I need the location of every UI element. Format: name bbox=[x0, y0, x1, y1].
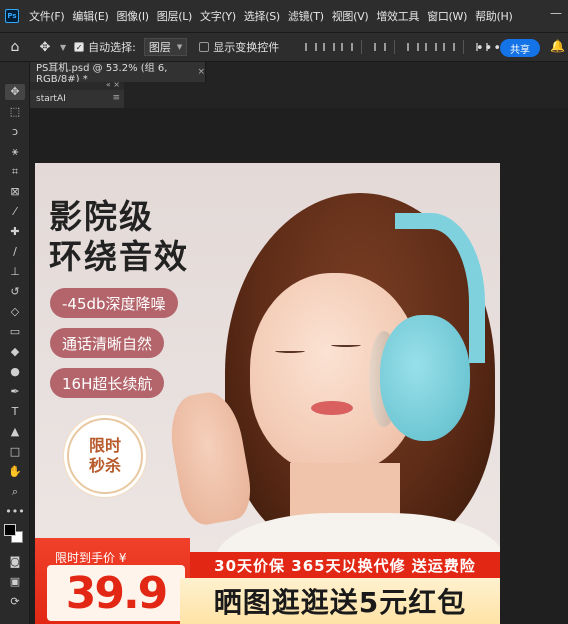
frame-mode-icon[interactable]: ⟳ bbox=[5, 594, 25, 610]
feature-pill-call: 通话清晰自然 bbox=[50, 328, 165, 358]
move-tool-icon[interactable]: ✥ bbox=[5, 84, 25, 100]
dodge-tool-icon[interactable]: ● bbox=[5, 364, 25, 380]
badge-line-1: 限时 bbox=[88, 436, 121, 455]
blur-tool-icon[interactable]: ◆ bbox=[5, 344, 25, 360]
price-value: 39.9 bbox=[47, 565, 185, 621]
magic-wand-icon[interactable]: ⚹ bbox=[5, 144, 25, 160]
headline: 影院级 环绕音效 bbox=[49, 197, 189, 277]
coupon-banner: 晒图逛逛送5元红包 bbox=[180, 578, 500, 624]
artboard[interactable]: 影院级 环绕音效 -45db深度降噪 通话清晰自然 16H超长续航 限时 秒杀 … bbox=[35, 163, 500, 624]
pen-tool-icon[interactable]: ✒ bbox=[5, 384, 25, 400]
eraser-tool-icon[interactable]: ◇ bbox=[5, 304, 25, 320]
path-select-icon[interactable]: ▲ bbox=[5, 424, 25, 440]
feature-pill-noise: -45db深度降噪 bbox=[50, 288, 178, 318]
share-button[interactable]: 共享 bbox=[500, 39, 540, 57]
align-center-icon[interactable] bbox=[321, 41, 336, 53]
type-tool-icon[interactable]: T bbox=[5, 404, 25, 420]
menu-type[interactable]: 文字(Y) bbox=[196, 8, 240, 24]
gradient-tool-icon[interactable]: ▭ bbox=[5, 324, 25, 340]
menu-image[interactable]: 图像(I) bbox=[112, 8, 152, 24]
menu-help[interactable]: 帮助(H) bbox=[471, 8, 516, 24]
divider bbox=[463, 40, 465, 54]
photoshop-logo: Ps bbox=[5, 9, 19, 23]
document-tab[interactable]: PS耳机.psd @ 53.2% (组 6, RGB/8#) * × bbox=[30, 62, 206, 85]
auto-select-value: 图层 bbox=[148, 41, 171, 54]
headphone-cup-image bbox=[380, 315, 470, 441]
history-brush-icon[interactable]: ↺ bbox=[5, 284, 25, 300]
foreground-color-swatch[interactable] bbox=[4, 524, 16, 536]
healing-brush-icon[interactable]: ✚ bbox=[5, 224, 25, 240]
minimize-button[interactable]: — bbox=[550, 6, 562, 20]
menu-bar: Ps 文件(F) 编辑(E) 图像(I) 图层(L) 文字(Y) 选择(S) 滤… bbox=[0, 0, 568, 32]
guarantee-banner: 30天价保 365天以换代修 送运费险 bbox=[190, 552, 500, 578]
collapse-panel-icon[interactable]: « × bbox=[106, 80, 120, 89]
home-icon[interactable]: ⌂ bbox=[0, 39, 30, 55]
photoshop-window: Ps 文件(F) 编辑(E) 图像(I) 图层(L) 文字(Y) 选择(S) 滤… bbox=[0, 0, 568, 624]
bell-icon[interactable]: 🔔 bbox=[550, 39, 565, 53]
align-left-icon[interactable] bbox=[303, 41, 318, 53]
eyedropper-icon[interactable]: ⁄ bbox=[5, 204, 25, 220]
options-bar: ⌂ ✥ ▼ ✓ 自动选择: 图层 ▼ 显示变换控件 ••• 共享 🔔 bbox=[0, 32, 568, 62]
menu-view[interactable]: 视图(V) bbox=[328, 8, 373, 24]
distribute-icon[interactable] bbox=[372, 41, 387, 53]
crop-tool-icon[interactable]: ⌗ bbox=[5, 164, 25, 180]
menu-file[interactable]: 文件(F) bbox=[25, 8, 68, 24]
panel-header: « × bbox=[30, 80, 124, 90]
marquee-tool-icon[interactable]: ⬚ bbox=[5, 104, 25, 120]
auto-select-dropdown[interactable]: 图层 ▼ bbox=[143, 38, 188, 56]
menu-window[interactable]: 窗口(W) bbox=[423, 8, 471, 24]
panel-title: startAI bbox=[36, 94, 66, 104]
move-tool-icon[interactable]: ✥ bbox=[30, 40, 60, 55]
more-options-button[interactable]: ••• bbox=[476, 41, 502, 56]
align-controls bbox=[303, 40, 489, 54]
lasso-tool-icon[interactable]: ↄ bbox=[5, 124, 25, 140]
menu-edit[interactable]: 编辑(E) bbox=[68, 8, 112, 24]
left-eye-image bbox=[275, 349, 305, 353]
align-bottom-icon[interactable] bbox=[441, 41, 456, 53]
menu-plugins[interactable]: 增效工具 bbox=[372, 8, 423, 24]
auto-select-checkbox[interactable]: ✓ bbox=[74, 42, 85, 52]
lips-image bbox=[311, 401, 353, 415]
frame-tool-icon[interactable]: ⊠ bbox=[5, 184, 25, 200]
headline-line-2: 环绕音效 bbox=[49, 237, 189, 276]
close-icon[interactable]: × bbox=[197, 67, 205, 77]
startai-panel-tab[interactable]: startAI ≡ bbox=[30, 90, 124, 108]
align-right-icon[interactable] bbox=[339, 41, 354, 53]
menu-select[interactable]: 选择(S) bbox=[240, 8, 284, 24]
stamp-tool-icon[interactable]: ⊥ bbox=[5, 264, 25, 280]
price-label: 限时到手价 ¥ bbox=[55, 551, 127, 565]
align-middle-icon[interactable] bbox=[423, 41, 438, 53]
edit-toolbar-icon[interactable]: ••• bbox=[5, 504, 25, 520]
zoom-tool-icon[interactable]: ⌕ bbox=[5, 484, 25, 500]
flash-sale-badge: 限时 秒杀 bbox=[67, 418, 143, 494]
menu-layer[interactable]: 图层(L) bbox=[153, 8, 196, 24]
auto-select-label: 自动选择: bbox=[88, 41, 136, 54]
hand-tool-icon[interactable]: ✋ bbox=[5, 464, 25, 480]
feature-pill-battery: 16H超长续航 bbox=[50, 368, 165, 398]
headline-line-1: 影院级 bbox=[49, 197, 154, 236]
badge-line-2: 秒杀 bbox=[88, 456, 121, 475]
menu-filter[interactable]: 滤镜(T) bbox=[284, 8, 328, 24]
right-eye-image bbox=[331, 343, 361, 347]
brush-tool-icon[interactable]: / bbox=[5, 244, 25, 260]
show-transform-checkbox[interactable] bbox=[199, 42, 210, 52]
rectangle-tool-icon[interactable]: □ bbox=[5, 444, 25, 460]
screen-mode-icon[interactable]: ▣ bbox=[5, 574, 25, 590]
align-top-icon[interactable] bbox=[405, 41, 420, 53]
show-transform-label: 显示变换控件 bbox=[213, 41, 280, 54]
quick-mask-icon[interactable]: ◙ bbox=[5, 554, 25, 570]
chevron-down-icon[interactable]: ▼ bbox=[60, 43, 66, 52]
chevron-down-icon: ▼ bbox=[176, 43, 183, 51]
divider bbox=[361, 40, 363, 54]
divider bbox=[394, 40, 396, 54]
panel-menu-icon[interactable]: ≡ bbox=[112, 93, 120, 103]
tools-panel: ✥ ⬚ ↄ ⚹ ⌗ ⊠ ⁄ ✚ / ⊥ ↺ ◇ ▭ ◆ ● ✒ T ▲ □ ✋ … bbox=[0, 62, 30, 624]
